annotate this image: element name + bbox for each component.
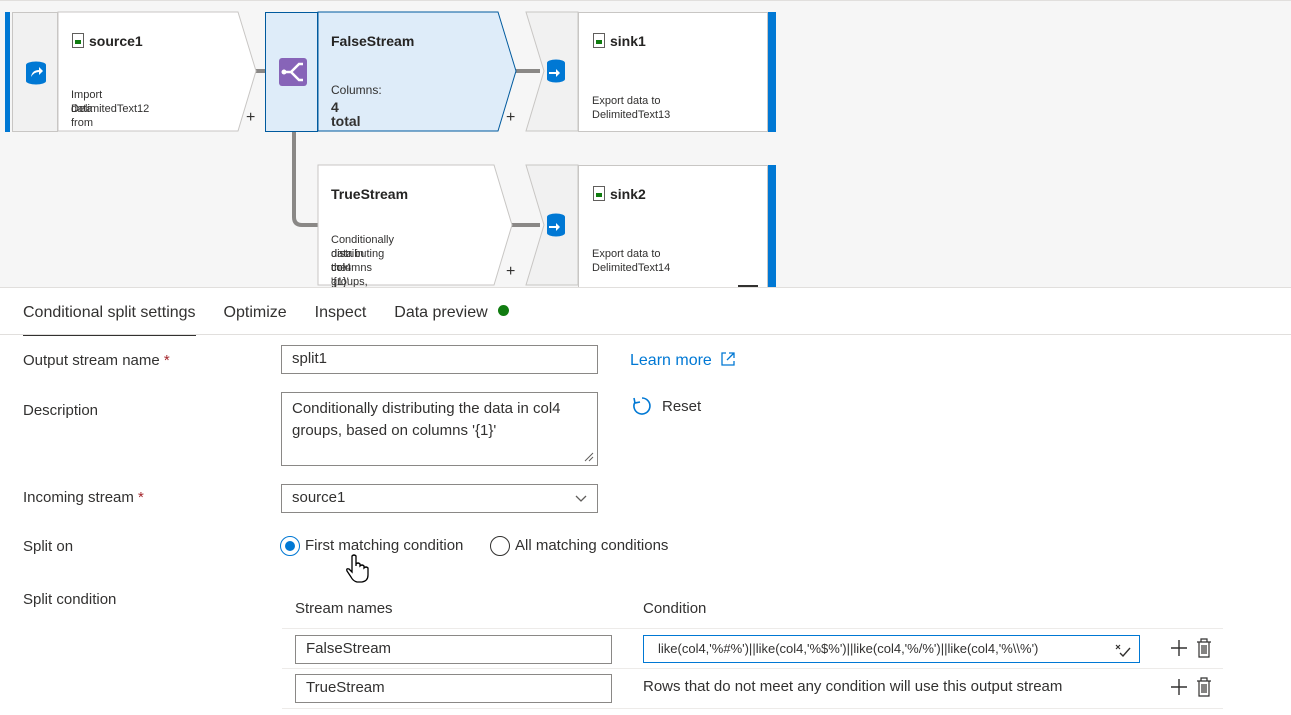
condition-expression-input[interactable]: like(col4,'%#%')||like(col4,'%$%')||like… [643, 635, 1140, 663]
sink1-title: sink1 [610, 33, 646, 49]
true-stream-desc-3: columns '{1}' [331, 262, 372, 287]
radio-first-matching[interactable] [280, 536, 300, 556]
radio-all-matching-label[interactable]: All matching conditions [515, 537, 668, 554]
delimited-file-icon [593, 186, 605, 201]
true-stream-title: TrueStream [331, 186, 409, 202]
delete-condition-icon[interactable] [1196, 638, 1212, 658]
sink2-blue-bar [768, 165, 776, 287]
sink-database-icon [547, 59, 565, 83]
source1-blue-bar [5, 12, 10, 132]
tab-data-preview-label: Data preview [394, 304, 488, 321]
column-header-stream-names: Stream names [295, 600, 393, 617]
false-stream-columns-value: 4 total [331, 99, 361, 129]
tab-inspect[interactable]: Inspect [315, 304, 367, 334]
false-stream-title: FalseStream [331, 33, 415, 49]
radio-all-matching[interactable] [490, 536, 510, 556]
output-stream-name-label: Output stream name * [23, 352, 170, 369]
true-stream-add-button[interactable]: + [506, 263, 515, 281]
incoming-stream-label: Incoming stream * [23, 489, 144, 506]
stream-name-input[interactable]: TrueStream [295, 674, 612, 703]
open-external-icon [721, 352, 735, 366]
delimited-file-icon [72, 33, 84, 48]
chevron-down-icon [575, 495, 587, 502]
delete-condition-icon[interactable] [1196, 677, 1212, 697]
settings-tabs: Conditional split settings Optimize Insp… [23, 304, 537, 336]
source-database-icon [26, 61, 46, 85]
add-condition-icon[interactable] [1170, 639, 1188, 657]
required-marker: * [163, 352, 170, 369]
tabs-divider [0, 334, 1291, 335]
output-stream-name-input[interactable]: split1 [281, 345, 598, 374]
sink2-desc: Export data to DelimitedText14 [592, 248, 671, 274]
incoming-stream-select[interactable]: source1 [281, 484, 598, 513]
source1-icon-cell [12, 12, 58, 132]
table-row-divider [282, 668, 1223, 669]
tab-conditional-split-settings[interactable]: Conditional split settings [23, 304, 196, 336]
source1-desc-2: DelimitedText12 [71, 103, 150, 115]
reset-icon [633, 397, 651, 415]
hand-cursor-icon [346, 554, 369, 583]
description-textarea[interactable]: Conditionally distributing the data in c… [281, 392, 598, 466]
expression-builder-icon[interactable] [1115, 643, 1131, 657]
description-label: Description [23, 402, 99, 419]
resize-grip-icon[interactable] [584, 452, 594, 462]
required-marker: * [138, 489, 144, 506]
tab-optimize[interactable]: Optimize [224, 304, 287, 334]
sink1-blue-bar [768, 12, 776, 132]
sink1-desc: Export data to DelimitedText13 [592, 95, 671, 121]
column-header-condition: Condition [643, 600, 707, 617]
table-header-divider [282, 628, 1223, 629]
sink2-title: sink2 [610, 186, 646, 202]
source1-add-button[interactable]: + [246, 109, 255, 127]
false-stream-add-button[interactable]: + [506, 109, 515, 127]
split-condition-label: Split condition [23, 591, 117, 608]
connector-split-true [292, 131, 318, 227]
learn-more-text: Learn more [630, 352, 712, 369]
dataflow-canvas[interactable]: source1 Import data from DelimitedText12… [0, 0, 1291, 287]
conditional-split-icon [279, 58, 307, 86]
output-stream-name-label-text: Output stream name [23, 352, 160, 369]
source1-title: source1 [89, 33, 143, 49]
false-stream-columns-label: Columns: [331, 83, 382, 97]
add-condition-icon[interactable] [1170, 678, 1188, 696]
learn-more-link[interactable]: Learn more [630, 351, 736, 370]
split-icon-cell [265, 12, 318, 132]
reset-label: Reset [662, 398, 702, 415]
delimited-file-icon [593, 33, 605, 48]
panel-divider [0, 287, 1291, 288]
stream-name-input[interactable]: FalseStream [295, 635, 612, 664]
default-stream-note: Rows that do not meet any condition will… [643, 678, 1063, 695]
status-dot-icon [497, 305, 509, 316]
tab-data-preview[interactable]: Data preview [394, 304, 509, 334]
incoming-stream-value: source1 [292, 489, 346, 506]
incoming-stream-label-text: Incoming stream [23, 489, 134, 506]
split-on-label: Split on [23, 538, 74, 555]
radio-first-matching-label[interactable]: First matching condition [305, 537, 463, 554]
table-row-divider [282, 708, 1223, 709]
sink-database-icon [547, 213, 565, 237]
condition-expression-text: like(col4,'%#%')||like(col4,'%$%')||like… [658, 641, 1039, 656]
